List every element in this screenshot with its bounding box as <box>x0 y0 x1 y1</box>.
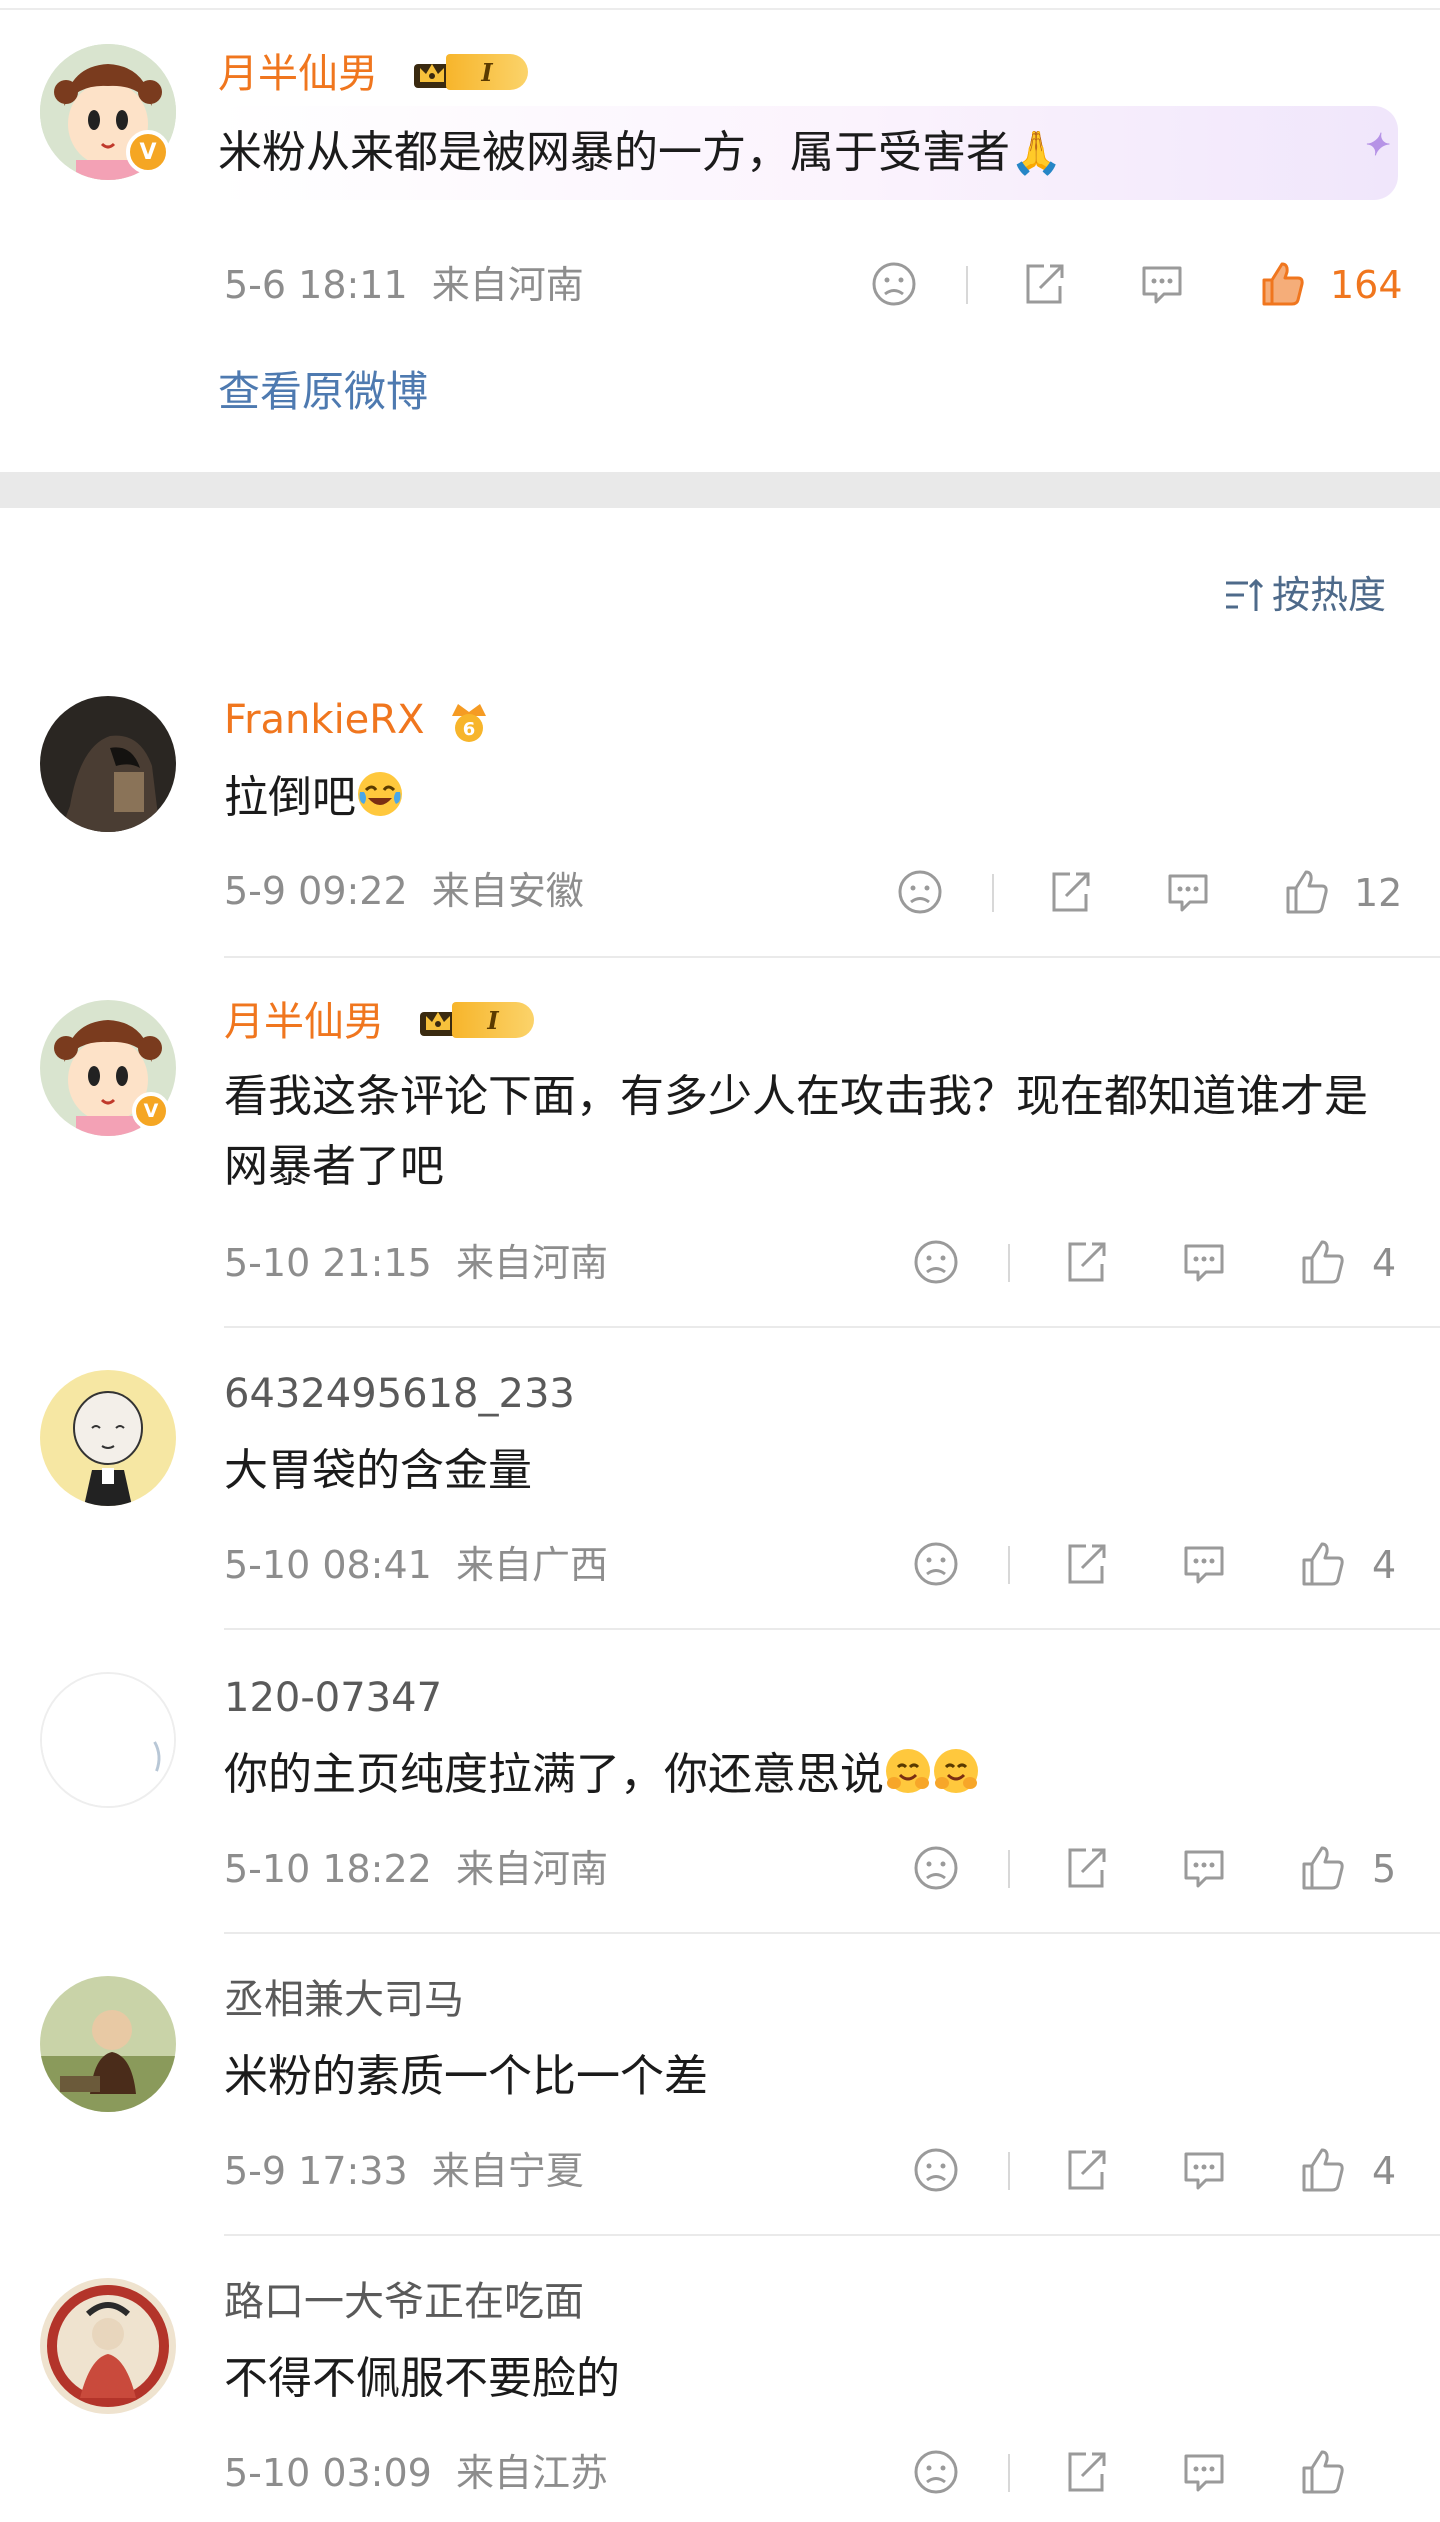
like-count: 12 <box>1354 871 1403 915</box>
share-icon[interactable] <box>1060 1842 1112 1894</box>
author-name[interactable]: 路口一大爷正在吃面 <box>224 2278 584 2326</box>
comment-icon[interactable] <box>1178 2144 1230 2196</box>
action-separator <box>1008 1546 1010 1584</box>
like-count: 5 <box>1372 1847 1397 1891</box>
comment-actions: 12 <box>0 866 1440 926</box>
dislike-icon[interactable] <box>868 258 920 310</box>
comment-text: 你的主页纯度拉满了，你还意思说 <box>224 1740 980 1810</box>
comment-icon[interactable] <box>1162 866 1214 918</box>
level-badge: I <box>412 54 528 90</box>
level-tag: I <box>446 54 528 90</box>
comment-divider <box>224 2234 1440 2236</box>
author-name[interactable]: 月半仙男 <box>218 50 378 98</box>
like-icon[interactable] <box>1280 866 1332 918</box>
verified-badge: V <box>132 1092 170 1130</box>
dislike-icon[interactable] <box>910 1842 962 1894</box>
share-icon[interactable] <box>1060 1236 1112 1288</box>
comment-text-content: 拉倒吧 <box>224 772 356 823</box>
like-count: 164 <box>1330 263 1403 307</box>
action-separator <box>992 874 994 912</box>
author-name[interactable]: 月半仙男 <box>224 998 384 1046</box>
like-count: 4 <box>1372 1543 1397 1587</box>
share-icon[interactable] <box>1018 258 1070 310</box>
dislike-icon[interactable] <box>910 1236 962 1288</box>
sort-icon <box>1225 578 1264 611</box>
laughing-crying-emoji <box>356 770 404 818</box>
comment-icon[interactable] <box>1136 258 1188 310</box>
like-count: 4 <box>1372 1241 1397 1285</box>
comment-divider <box>224 1628 1440 1630</box>
comment-text: 米粉的素质一个比一个差 <box>224 2051 708 2102</box>
comment-text: 不得不佩服不要脸的 <box>224 2353 620 2404</box>
comment-actions: 4 <box>0 1236 1440 1296</box>
comment-icon[interactable] <box>1178 1538 1230 1590</box>
comment-icon[interactable] <box>1178 2446 1230 2498</box>
view-original-link[interactable]: 查看原微博 <box>218 366 428 418</box>
bubble-decoration-icon: ✦ <box>1362 128 1388 163</box>
dislike-icon[interactable] <box>910 2144 962 2196</box>
level-badge: I <box>418 1002 534 1038</box>
hugging-emoji <box>932 1747 980 1795</box>
dislike-icon[interactable] <box>910 1538 962 1590</box>
comment-actions: 4 <box>0 2144 1440 2204</box>
author-name[interactable]: 6432495618_233 <box>224 1370 575 1418</box>
comment-text-content: 你的主页纯度拉满了，你还意思说 <box>224 1749 884 1800</box>
share-icon[interactable] <box>1060 2144 1112 2196</box>
avatar[interactable] <box>40 1672 176 1808</box>
dislike-icon[interactable] <box>910 2446 962 2498</box>
verified-badge: V <box>126 130 170 174</box>
comment-divider <box>224 1932 1440 1934</box>
svg-text:6: 6 <box>463 719 476 740</box>
post-text-content: 米粉从来都是被网暴的一方，属于受害者 <box>218 127 1010 178</box>
like-icon[interactable] <box>1296 1842 1348 1894</box>
comment-actions: 5 <box>0 1842 1440 1902</box>
author-name[interactable]: 丞相兼大司马 <box>224 1976 464 2024</box>
comment-divider <box>224 1326 1440 1328</box>
crown-badge-icon: 6 <box>452 704 486 742</box>
avatar[interactable] <box>40 1370 176 1506</box>
action-separator <box>1008 1850 1010 1888</box>
share-icon[interactable] <box>1044 866 1096 918</box>
section-separator <box>0 472 1440 508</box>
avatar[interactable] <box>40 1976 176 2112</box>
comment-text: 看我这条评论下面，有多少人在攻击我？现在都知道谁才是网暴者了吧 <box>224 1071 1368 1192</box>
like-icon[interactable] <box>1296 1236 1348 1288</box>
like-icon[interactable] <box>1296 2144 1348 2196</box>
like-icon[interactable] <box>1296 1538 1348 1590</box>
avatar[interactable] <box>40 696 176 832</box>
like-icon[interactable] <box>1296 2446 1348 2498</box>
dislike-icon[interactable] <box>894 866 946 918</box>
comment-text: 拉倒吧 <box>224 763 404 833</box>
comment-actions <box>0 2446 1440 2506</box>
comment-text: 大胃袋的含金量 <box>224 1445 532 1496</box>
author-name[interactable]: FrankieRX <box>224 696 425 744</box>
author-name[interactable]: 120-07347 <box>224 1674 442 1722</box>
comment-divider <box>224 956 1440 958</box>
post-actions: 164 <box>0 258 1440 318</box>
comment-actions: 4 <box>0 1538 1440 1598</box>
share-icon[interactable] <box>1060 1538 1112 1590</box>
original-post: V 月半仙男 I ✦ 米粉从来都是被网暴的一方，属于受害者🙏 5-6 18:11… <box>0 0 1440 472</box>
avatar[interactable] <box>40 2278 176 2414</box>
level-tag: I <box>452 1002 534 1038</box>
pray-emoji: 🙏 <box>1010 128 1063 177</box>
action-separator <box>1008 2454 1010 2492</box>
like-icon[interactable] <box>1256 258 1308 310</box>
share-icon[interactable] <box>1060 2446 1112 2498</box>
action-separator <box>1008 1244 1010 1282</box>
comment-icon[interactable] <box>1178 1236 1230 1288</box>
top-divider <box>0 8 1440 10</box>
like-count: 4 <box>1372 2149 1397 2193</box>
action-separator <box>1008 2152 1010 2190</box>
action-separator <box>966 266 968 304</box>
sort-label: 按热度 <box>1271 573 1386 617</box>
sort-button[interactable]: 按热度 <box>1222 572 1386 618</box>
hugging-emoji <box>884 1747 932 1795</box>
comment-icon[interactable] <box>1178 1842 1230 1894</box>
post-text: 米粉从来都是被网暴的一方，属于受害者🙏 <box>218 118 1062 188</box>
